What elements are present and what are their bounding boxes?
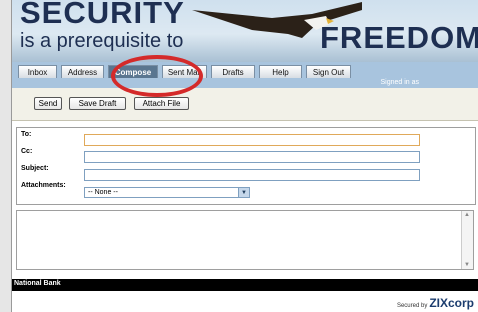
- secured-by-logo: Secured by ZIXcorp: [397, 296, 474, 310]
- message-body-scrollbar[interactable]: ▲ ▼: [461, 211, 473, 269]
- cc-input[interactable]: [84, 151, 420, 163]
- attachments-select[interactable]: -- None -- ▼: [84, 187, 250, 198]
- scroll-down-icon[interactable]: ▼: [464, 262, 470, 268]
- cc-label: Cc:: [21, 148, 33, 155]
- scroll-up-icon[interactable]: ▲: [464, 212, 470, 218]
- signed-in-text: Signed in as: [380, 79, 419, 86]
- bank-name: National Bank: [14, 280, 61, 287]
- banner-prereq-text: is a prerequisite to: [20, 30, 184, 52]
- to-label: To:: [21, 131, 32, 138]
- subject-label: Subject:: [21, 165, 49, 172]
- compose-fields: To: Cc: Subject: Attachments: -- None --…: [16, 127, 476, 205]
- attachments-select-value: -- None --: [88, 189, 118, 196]
- subject-input[interactable]: [84, 169, 420, 181]
- banner-security-text: SECURITY: [20, 0, 185, 30]
- tab-address[interactable]: Address: [61, 65, 104, 78]
- webmail-frame: SECURITY is a prerequisite to FREEDOM In…: [11, 0, 478, 312]
- to-input[interactable]: [84, 134, 420, 146]
- tab-help[interactable]: Help: [259, 65, 302, 78]
- message-body-textarea[interactable]: ▲ ▼: [16, 210, 474, 270]
- tab-drafts[interactable]: Drafts: [211, 65, 255, 78]
- save-draft-button[interactable]: Save Draft: [69, 97, 126, 110]
- bank-footer: National Bank: [12, 279, 478, 291]
- tab-bar: Inbox Address Compose Sent Mail Drafts H…: [12, 62, 478, 88]
- highlight-circle: [111, 55, 203, 97]
- security-banner: SECURITY is a prerequisite to FREEDOM: [12, 0, 478, 62]
- tab-inbox[interactable]: Inbox: [18, 65, 57, 78]
- tab-sign-out[interactable]: Sign Out: [306, 65, 351, 78]
- attachments-label: Attachments:: [21, 182, 66, 189]
- banner-freedom-text: FREEDOM: [320, 20, 478, 55]
- attach-file-button[interactable]: Attach File: [134, 97, 189, 110]
- compose-toolbar: Send Save Draft Attach File: [12, 88, 478, 121]
- send-button[interactable]: Send: [34, 97, 62, 110]
- zixcorp-logo: ZIXcorp: [429, 296, 474, 310]
- chevron-down-icon[interactable]: ▼: [238, 188, 249, 197]
- secured-by-text: Secured by: [396, 303, 428, 309]
